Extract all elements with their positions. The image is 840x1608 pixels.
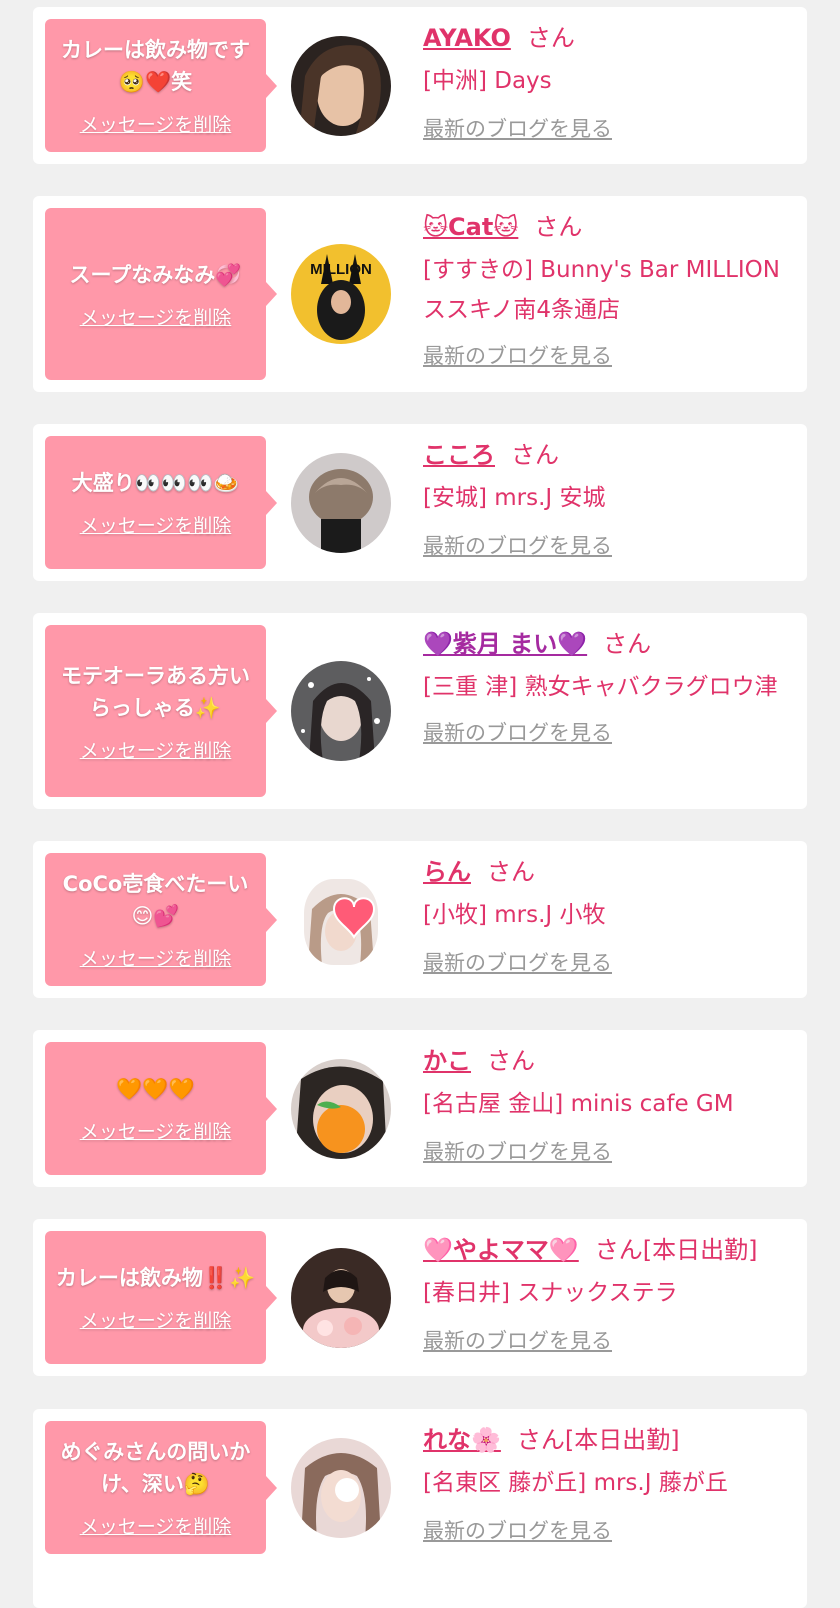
message-bubble: CoCo壱食べたーい😊💕 メッセージを削除 [45,853,277,986]
latest-blog-link[interactable]: 最新のブログを見る [423,530,612,560]
message-bubble: スープなみなみ💞 メッセージを削除 [45,208,277,380]
message-card: スープなみなみ💞 メッセージを削除 MILLION 🐱Cat🐱 さん [すすきの]… [33,196,807,392]
user-name-link[interactable]: 🐱Cat🐱 [423,213,518,241]
message-card: 大盛り👀👀👀🍛 メッセージを削除 こころ さん [安城] mrs.J 安城 最新の… [33,424,807,581]
honorific: さん [487,1047,535,1075]
message-bubble: モテオーラある方いらっしゃる✨ メッセージを削除 [45,625,277,797]
message-bubble: カレーは飲み物‼️✨ メッセージを削除 [45,1231,277,1364]
honorific: さん [511,441,559,469]
latest-blog-link[interactable]: 最新のブログを見る [423,1515,612,1545]
latest-blog-link[interactable]: 最新のブログを見る [423,113,612,143]
delete-message-link[interactable]: メッセージを削除 [80,736,232,763]
profile-info: かこ さん [名古屋 金山] minis cafe GM 最新のブログを見る [423,1044,797,1166]
message-card: めぐみさんの問いかけ、深い🤔 メッセージを削除 れな🌸 さん[本日出勤] [名東区… [33,1409,807,1608]
delete-message-link[interactable]: メッセージを削除 [80,1117,232,1144]
user-name-link[interactable]: らん [423,858,471,886]
avatar[interactable]: MILLION [291,244,391,344]
profile-info: らん さん [小牧] mrs.J 小牧 最新のブログを見る [423,855,797,977]
user-name-link[interactable]: 🩷やよママ🩷 [423,1236,579,1264]
user-name-link[interactable]: かこ [423,1047,471,1075]
latest-blog-link[interactable]: 最新のブログを見る [423,717,612,747]
message-card: CoCo壱食べたーい😊💕 メッセージを削除 らん さん [小牧] mrs.J 小牧… [33,841,807,998]
avatar[interactable] [291,661,391,761]
message-text: カレーは飲み物です🥺❤️笑 [61,38,250,94]
shop-name: [三重 津] 熟女キャバクラグロウ津 [423,674,778,700]
shop-name: [名古屋 金山] minis cafe GM [423,1091,734,1117]
honorific: さん [603,630,652,658]
message-card: 🧡🧡🧡 メッセージを削除 かこ さん [名古屋 金山] minis cafe GM… [33,1030,807,1187]
shop-name: [安城] mrs.J 安城 [423,485,606,511]
message-text: めぐみさんの問いかけ、深い🤔 [60,1440,251,1496]
delete-message-link[interactable]: メッセージを削除 [80,1306,232,1333]
honorific: さん[本日出勤] [516,1426,680,1454]
message-bubble: カレーは飲み物です🥺❤️笑 メッセージを削除 [45,19,277,152]
shop-name: [春日井] スナックステラ [423,1280,678,1306]
latest-blog-link[interactable]: 最新のブログを見る [423,947,612,977]
user-name-link[interactable]: 💜紫月 まい💜 [423,630,587,658]
message-text: モテオーラある方いらっしゃる✨ [61,663,250,720]
avatar[interactable] [291,1059,391,1159]
honorific: さん[本日出勤] [594,1236,758,1264]
avatar[interactable] [291,453,391,553]
honorific: さん [487,858,535,886]
delete-message-link[interactable]: メッセージを削除 [80,944,232,971]
profile-info: AYAKO さん [中洲] Days 最新のブログを見る [423,21,797,143]
message-card: カレーは飲み物です🥺❤️笑 メッセージを削除 AYAKO さん [中洲] Days… [33,7,807,164]
latest-blog-link[interactable]: 最新のブログを見る [423,340,612,370]
profile-info: 💜紫月 まい💜 さん [三重 津] 熟女キャバクラグロウ津 最新のブログを見る [423,627,797,747]
message-text: 大盛り👀👀👀🍛 [71,471,240,495]
message-bubble: めぐみさんの問いかけ、深い🤔 メッセージを削除 [45,1421,277,1554]
message-bubble: 大盛り👀👀👀🍛 メッセージを削除 [45,436,277,569]
shop-name: [中洲] Days [423,68,552,94]
delete-message-link[interactable]: メッセージを削除 [80,1512,232,1539]
message-card: モテオーラある方いらっしゃる✨ メッセージを削除 💜紫月 まい💜 さん [三重 津… [33,613,807,809]
message-text: CoCo壱食べたーい😊💕 [62,872,249,928]
avatar[interactable] [291,36,391,136]
message-bubble: 🧡🧡🧡 メッセージを削除 [45,1042,277,1175]
user-name-link[interactable]: AYAKO [423,24,511,52]
avatar[interactable] [291,1248,391,1348]
delete-message-link[interactable]: メッセージを削除 [80,303,232,330]
latest-blog-link[interactable]: 最新のブログを見る [423,1325,612,1355]
shop-name: [名東区 藤が丘] mrs.J 藤が丘 [423,1470,728,1496]
profile-info: こころ さん [安城] mrs.J 安城 最新のブログを見る [423,438,797,560]
message-card: カレーは飲み物‼️✨ メッセージを削除 🩷やよママ🩷 さん[本日出勤] [春日井]… [33,1219,807,1376]
message-list: カレーは飲み物です🥺❤️笑 メッセージを削除 AYAKO さん [中洲] Days… [0,0,840,1608]
honorific: さん [526,24,575,52]
honorific: さん [534,213,583,241]
avatar[interactable] [291,1438,391,1538]
profile-info: れな🌸 さん[本日出勤] [名東区 藤が丘] mrs.J 藤が丘 最新のブログを見… [423,1423,797,1545]
profile-info: 🐱Cat🐱 さん [すすきの] Bunny's Bar MILLION ススキノ南… [423,210,797,370]
message-text: 🧡🧡🧡 [116,1077,195,1101]
user-name-link[interactable]: こころ [423,441,495,469]
profile-info: 🩷やよママ🩷 さん[本日出勤] [春日井] スナックステラ 最新のブログを見る [423,1233,797,1355]
avatar[interactable] [304,879,378,965]
avatar-text: MILLION [310,261,372,278]
shop-name: [小牧] mrs.J 小牧 [423,902,606,928]
message-text: スープなみなみ💞 [69,262,242,287]
delete-message-link[interactable]: メッセージを削除 [80,110,232,137]
message-text: カレーは飲み物‼️✨ [55,1266,256,1290]
user-name-link[interactable]: れな🌸 [423,1426,501,1454]
shop-name: [すすきの] Bunny's Bar MILLION ススキノ南4条通店 [423,257,780,323]
delete-message-link[interactable]: メッセージを削除 [80,511,232,538]
latest-blog-link[interactable]: 最新のブログを見る [423,1136,612,1166]
